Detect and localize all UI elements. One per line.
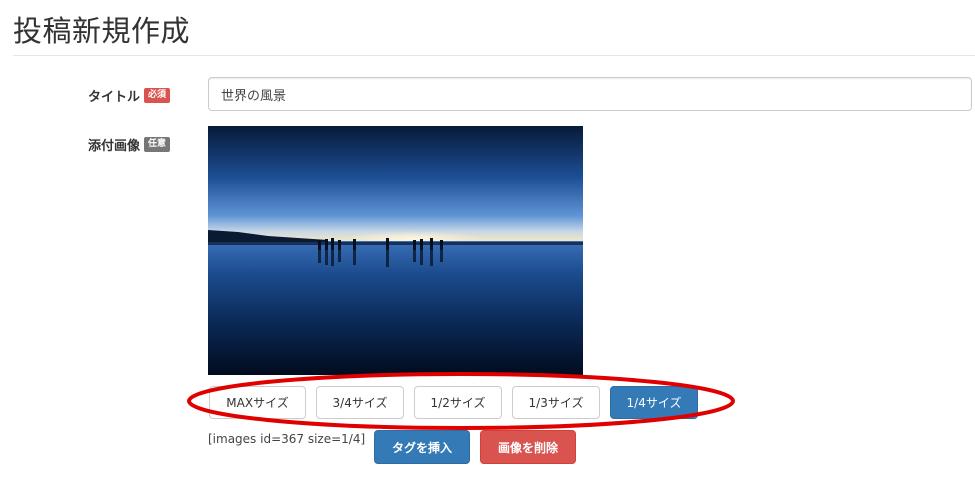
size-button-1-4[interactable]: 1/4サイズ	[610, 386, 698, 419]
image-label: 添付画像	[88, 139, 141, 154]
size-button-1-3[interactable]: 1/3サイズ	[512, 386, 600, 419]
size-button-max[interactable]: MAXサイズ	[209, 386, 306, 419]
size-button-3-4[interactable]: 3/4サイズ	[316, 386, 404, 419]
delete-image-button[interactable]: 画像を削除	[480, 430, 576, 464]
attached-image	[208, 126, 583, 375]
page: 投稿新規作成 タイトル 必須 添付画像 任意	[0, 0, 975, 477]
title-label: タイトル	[88, 90, 141, 105]
insert-tag-button[interactable]: タグを挿入	[374, 430, 470, 464]
image-label-row: 添付画像 任意	[88, 135, 171, 154]
title-input[interactable]	[208, 77, 972, 111]
required-badge: 必須	[144, 88, 171, 103]
title-divider	[13, 55, 975, 56]
page-title: 投稿新規作成	[13, 14, 191, 48]
optional-badge: 任意	[144, 137, 171, 152]
size-button-1-2[interactable]: 1/2サイズ	[414, 386, 502, 419]
image-shortcode: [images id=367 size=1/4]	[208, 432, 366, 446]
title-label-row: タイトル 必須	[88, 86, 171, 105]
